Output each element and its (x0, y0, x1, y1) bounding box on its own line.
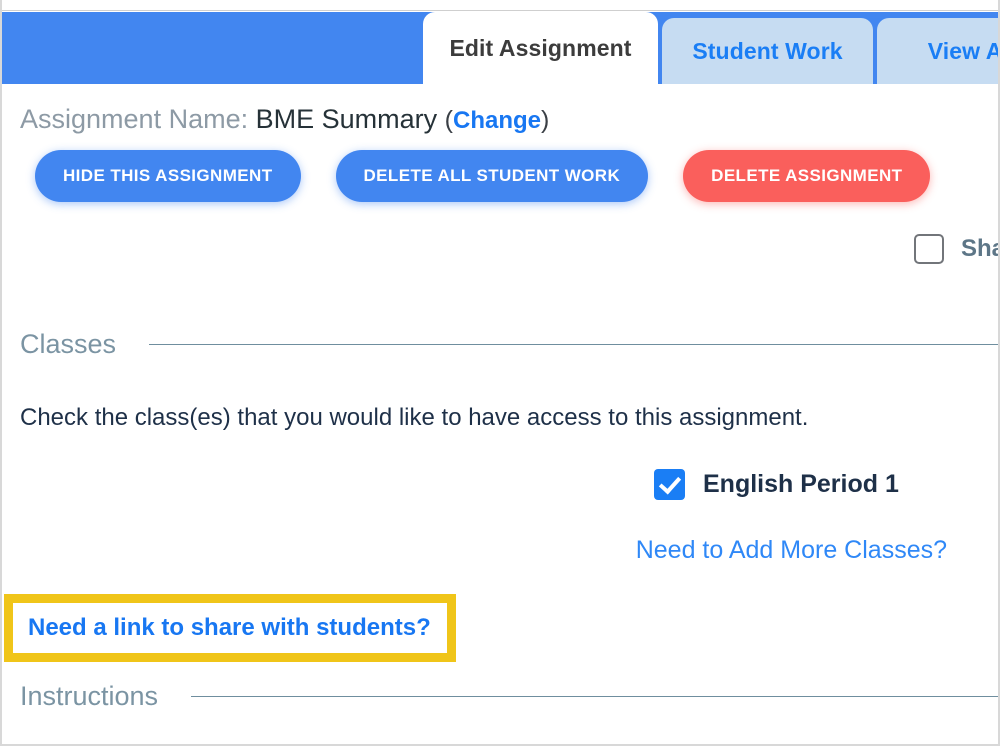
tab-view-as-student[interactable]: View As S (877, 18, 998, 84)
classes-instruction-text: Check the class(es) that you would like … (20, 404, 809, 431)
delete-all-student-work-button[interactable]: DELETE ALL STUDENT WORK (335, 150, 649, 202)
share-option-checkbox[interactable] (914, 234, 944, 264)
paren-open: ( (444, 106, 453, 134)
assignment-editor-window: Edit Assignment Student Work View As S A… (0, 0, 1000, 746)
instructions-section-title: Instructions (20, 681, 159, 711)
classes-section-title: Classes (20, 329, 117, 359)
share-option-row: Sha (914, 234, 998, 264)
tab-bar: Edit Assignment Student Work View As S (2, 12, 998, 84)
delete-assignment-button[interactable]: DELETE ASSIGNMENT (683, 150, 931, 202)
class-list: English Period 1 (2, 469, 947, 500)
change-assignment-name-link[interactable]: Change (453, 107, 541, 134)
class-label-english-period-1: English Period 1 (703, 470, 899, 498)
section-divider-line (149, 344, 998, 345)
need-to-add-more-classes-link[interactable]: Need to Add More Classes? (636, 536, 947, 565)
share-link-highlight-box[interactable]: Need a link to share with students? (4, 594, 456, 662)
assignment-name-label: Assignment Name: (20, 104, 249, 134)
window-top-gutter (2, 0, 998, 11)
class-checkbox-english-period-1[interactable] (654, 469, 685, 500)
tab-student-work[interactable]: Student Work (662, 18, 873, 84)
paren-close: ) (541, 106, 550, 134)
classes-section-header: Classes (20, 329, 998, 360)
tab-edit-assignment[interactable]: Edit Assignment (423, 12, 658, 84)
hide-this-assignment-button[interactable]: HIDE THIS ASSIGNMENT (35, 150, 301, 202)
assignment-name-value: BME Summary (255, 104, 438, 134)
instructions-section-header: Instructions (20, 681, 998, 712)
assignment-action-buttons: HIDE THIS ASSIGNMENT DELETE ALL STUDENT … (35, 150, 931, 202)
share-option-label: Sha (961, 235, 998, 262)
assignment-name-row: Assignment Name: BME Summary (Change) (20, 104, 549, 135)
class-list-item[interactable]: English Period 1 (2, 469, 947, 500)
section-divider-line (191, 696, 998, 697)
content-area: Assignment Name: BME Summary (Change) HI… (2, 84, 998, 744)
add-classes-link-row: Need to Add More Classes? (2, 536, 947, 565)
need-a-link-to-share-with-students-link[interactable]: Need a link to share with students? (28, 614, 431, 642)
